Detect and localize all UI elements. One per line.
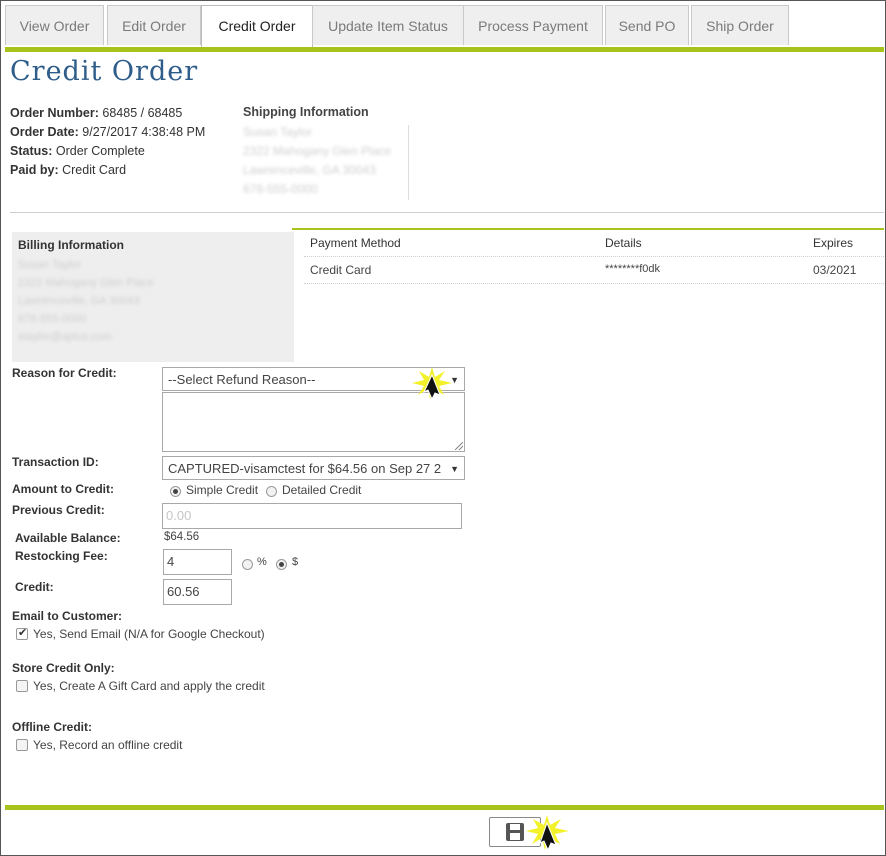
- gift-card-checkbox[interactable]: [16, 680, 28, 692]
- table-divider: [304, 256, 884, 257]
- order-date-value: 9/27/2017 4:38:48 PM: [82, 125, 206, 139]
- restocking-percent-label: %: [257, 556, 267, 568]
- resize-grip-icon[interactable]: [455, 442, 463, 450]
- restocking-dollar-label: $: [292, 556, 299, 568]
- shipping-line: Lawrenceville, GA 30043: [243, 163, 376, 177]
- shipping-divider: [408, 125, 409, 200]
- shipping-address: Susan Taylor 2322 Mahogany Glen Place La…: [243, 123, 391, 199]
- transaction-select[interactable]: CAPTURED-visamctest for $64.56 on Sep 27…: [162, 456, 465, 480]
- previous-credit-label: Previous Credit:: [12, 503, 105, 517]
- credit-label: Credit:: [15, 580, 54, 594]
- tab-process-payment[interactable]: Process Payment: [463, 5, 603, 45]
- click-highlight-icon: [412, 367, 452, 401]
- detailed-credit-radio[interactable]: [266, 486, 277, 497]
- previous-credit-field: 0.00: [162, 503, 462, 529]
- reason-textarea[interactable]: [162, 392, 465, 452]
- tab-credit-order[interactable]: Credit Order: [201, 5, 313, 47]
- send-email-checkbox[interactable]: [16, 626, 28, 640]
- transaction-value: CAPTURED-visamctest for $64.56 on Sep 27…: [168, 461, 442, 476]
- detailed-credit-label: Detailed Credit: [282, 483, 362, 497]
- order-status-value: Order Complete: [55, 144, 145, 158]
- offline-credit-label: Offline Credit:: [12, 720, 92, 734]
- credit-amount-field[interactable]: 60.56: [163, 579, 232, 605]
- payment-expires-cell: 03/2021: [813, 263, 857, 277]
- floppy-disk-icon: [506, 823, 524, 841]
- restocking-dollar-radio[interactable]: [276, 559, 287, 570]
- billing-line: Susan Taylor: [18, 259, 82, 271]
- payment-accent-line: [292, 228, 884, 230]
- billing-heading: Billing Information: [18, 238, 124, 252]
- restocking-fee-label: Restocking Fee:: [15, 549, 108, 563]
- tab-edit-order[interactable]: Edit Order: [107, 5, 201, 45]
- billing-panel: Billing Information Susan Taylor 2322 Ma…: [12, 232, 294, 362]
- payment-method-cell: Credit Card: [310, 263, 372, 277]
- order-number-label: Order Number:: [10, 106, 99, 120]
- shipping-line: Susan Taylor: [243, 125, 313, 139]
- shipping-heading: Shipping Information: [243, 105, 369, 119]
- order-paid-row: Paid by: Credit Card: [10, 161, 205, 180]
- billing-line: 2322 Mahogany Glen Place: [18, 277, 154, 289]
- order-number-value: 68485 / 68485: [102, 106, 183, 120]
- offline-credit-checkbox[interactable]: [16, 739, 28, 751]
- restocking-fee-field[interactable]: 4: [163, 549, 232, 575]
- reason-label: Reason for Credit:: [12, 366, 117, 380]
- order-info: Order Number: 68485 / 68485 Order Date: …: [10, 104, 205, 180]
- gift-card-label: Yes, Create A Gift Card and apply the cr…: [33, 679, 265, 693]
- order-status-label: Status:: [10, 144, 53, 158]
- billing-address: Susan Taylor 2322 Mahogany Glen Place La…: [18, 256, 154, 346]
- billing-line: staylor@aplus.com: [18, 331, 112, 343]
- order-paid-value: Credit Card: [62, 163, 127, 177]
- order-date-label: Order Date:: [10, 125, 79, 139]
- order-status-row: Status: Order Complete: [10, 142, 205, 161]
- page-title: Credit Order: [10, 56, 199, 87]
- chevron-down-icon: ▼: [450, 464, 459, 474]
- amount-label: Amount to Credit:: [12, 482, 114, 496]
- footer-accent-bar: [5, 805, 884, 810]
- order-date-row: Order Date: 9/27/2017 4:38:48 PM: [10, 123, 205, 142]
- offline-credit-option-label: Yes, Record an offline credit: [33, 738, 183, 752]
- store-credit-label: Store Credit Only:: [12, 661, 115, 675]
- available-balance-value: $64.56: [164, 531, 200, 543]
- simple-credit-radio[interactable]: [170, 486, 181, 497]
- simple-credit-label: Simple Credit: [186, 483, 259, 497]
- order-paid-label: Paid by:: [10, 163, 59, 177]
- billing-line: Lawrenceville, GA 30043: [18, 295, 140, 307]
- tab-view-order[interactable]: View Order: [5, 5, 104, 45]
- refund-reason-value: --Select Refund Reason--: [168, 372, 316, 387]
- tab-ship-order[interactable]: Ship Order: [691, 5, 789, 45]
- tab-update-item-status[interactable]: Update Item Status: [312, 5, 464, 45]
- send-email-label: Yes, Send Email (N/A for Google Checkout…: [33, 627, 265, 641]
- order-number-row: Order Number: 68485 / 68485: [10, 104, 205, 123]
- payment-method-header: Payment Method: [310, 236, 401, 250]
- billing-line: 678-555-0000: [18, 313, 87, 325]
- shipping-line: 678-555-0000: [243, 182, 318, 196]
- section-divider: [10, 212, 884, 213]
- email-label: Email to Customer:: [12, 609, 123, 623]
- table-divider: [304, 283, 884, 284]
- payment-details-cell: ********f0dk: [605, 263, 661, 275]
- transaction-label: Transaction ID:: [12, 455, 99, 469]
- restocking-percent-radio[interactable]: [242, 559, 253, 570]
- available-balance-label: Available Balance:: [15, 531, 121, 545]
- click-highlight-icon: [526, 815, 569, 852]
- payment-expires-header: Expires: [813, 236, 854, 250]
- header-accent-bar: [5, 47, 884, 52]
- payment-details-header: Details: [605, 236, 642, 250]
- shipping-line: 2322 Mahogany Glen Place: [243, 144, 392, 158]
- tab-send-po[interactable]: Send PO: [605, 5, 689, 45]
